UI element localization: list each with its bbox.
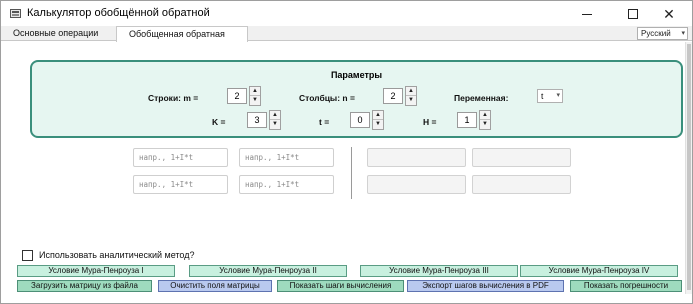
analytic-method-checkbox[interactable] <box>22 250 33 261</box>
result-cell <box>472 175 571 194</box>
clear-matrix-button[interactable]: Очистить поля матрицы <box>158 280 272 292</box>
t-spinbox[interactable]: 0 ▲ ▼ <box>350 110 388 130</box>
title-bar: Калькулятор обобщённой обратной ✕ <box>1 1 692 27</box>
condition-1-button[interactable]: Условие Мура-Пенроуза I <box>17 265 175 277</box>
export-pdf-button[interactable]: Экспорт шагов вычисления в PDF <box>407 280 564 292</box>
tab-generalized-inverse[interactable]: Обобщенная обратная <box>116 26 248 42</box>
rows-value[interactable]: 2 <box>227 88 247 104</box>
result-cell <box>367 148 466 167</box>
spin-down-icon[interactable]: ▼ <box>250 96 260 105</box>
spin-up-icon[interactable]: ▲ <box>406 87 416 96</box>
result-cell <box>367 175 466 194</box>
show-errors-button[interactable]: Показать погрешности <box>570 280 682 292</box>
spin-down-icon[interactable]: ▼ <box>270 120 280 129</box>
h-label: H = <box>423 117 437 127</box>
language-select[interactable]: Русский ▾ <box>637 27 688 40</box>
tab-bar: Основные операции Обобщенная обратная <box>1 26 692 42</box>
spin-up-icon[interactable]: ▲ <box>480 111 490 120</box>
h-spinbox[interactable]: 1 ▲ ▼ <box>457 110 495 130</box>
spin-up-icon[interactable]: ▲ <box>250 87 260 96</box>
cols-value[interactable]: 2 <box>383 88 403 104</box>
spin-up-icon[interactable]: ▲ <box>270 111 280 120</box>
spin-down-icon[interactable]: ▼ <box>406 96 416 105</box>
spin-up-icon[interactable]: ▲ <box>373 111 383 120</box>
k-value[interactable]: 3 <box>247 112 267 128</box>
close-icon: ✕ <box>663 6 675 22</box>
k-spin-buttons[interactable]: ▲ ▼ <box>269 110 281 130</box>
condition-3-button[interactable]: Условие Мура-Пенроуза III <box>360 265 518 277</box>
load-matrix-button[interactable]: Загрузить матрицу из файла <box>17 280 152 292</box>
minimize-icon <box>582 13 592 15</box>
rows-spin-buttons[interactable]: ▲ ▼ <box>249 86 261 106</box>
calculator-app-icon <box>10 9 21 18</box>
k-spinbox[interactable]: 3 ▲ ▼ <box>247 110 285 130</box>
window-title: Калькулятор обобщённой обратной <box>27 7 210 19</box>
tab-basic-operations[interactable]: Основные операции <box>7 26 111 41</box>
main-content: Параметры Строки: m = 2 ▲ ▼ Столбцы: n =… <box>1 42 685 294</box>
h-spin-buttons[interactable]: ▲ ▼ <box>479 110 491 130</box>
show-steps-button[interactable]: Показать шаги вычисления <box>277 280 404 292</box>
variable-value: t <box>541 91 544 101</box>
matrix-cell-input[interactable]: напр., 1+I*t <box>133 148 228 167</box>
condition-2-button[interactable]: Условие Мура-Пенроуза II <box>189 265 347 277</box>
t-label: t = <box>319 117 330 127</box>
cols-spinbox[interactable]: 2 ▲ ▼ <box>383 86 421 106</box>
variable-label: Переменная: <box>454 93 509 103</box>
scrollbar-thumb[interactable] <box>687 44 691 290</box>
cols-spin-buttons[interactable]: ▲ ▼ <box>405 86 417 106</box>
close-button[interactable]: ✕ <box>646 1 692 27</box>
rows-spinbox[interactable]: 2 ▲ ▼ <box>227 86 265 106</box>
parameters-panel: Параметры Строки: m = 2 ▲ ▼ Столбцы: n =… <box>30 60 683 138</box>
t-spin-buttons[interactable]: ▲ ▼ <box>372 110 384 130</box>
spin-down-icon[interactable]: ▼ <box>480 120 490 129</box>
matrix-cell-input[interactable]: напр., 1+I*t <box>239 175 334 194</box>
parameters-title: Параметры <box>330 70 383 80</box>
app-window: Калькулятор обобщённой обратной ✕ Основн… <box>0 0 693 304</box>
maximize-icon <box>628 9 638 19</box>
minimize-button[interactable] <box>564 1 610 27</box>
analytic-method-label: Использовать аналитический метод? <box>39 250 195 260</box>
cols-label: Столбцы: n = <box>299 93 355 103</box>
language-select-value: Русский <box>641 29 671 38</box>
matrix-cell-input[interactable]: напр., 1+I*t <box>239 148 334 167</box>
t-value[interactable]: 0 <box>350 112 370 128</box>
vertical-scrollbar[interactable] <box>685 42 692 294</box>
spin-down-icon[interactable]: ▼ <box>373 120 383 129</box>
matrix-divider <box>351 147 352 199</box>
h-value[interactable]: 1 <box>457 112 477 128</box>
condition-4-button[interactable]: Условие Мура-Пенроуза IV <box>520 265 678 277</box>
rows-label: Строки: m = <box>148 93 199 103</box>
chevron-down-icon: ▾ <box>556 92 560 99</box>
variable-select[interactable]: t ▾ <box>537 89 563 103</box>
matrix-cell-input[interactable]: напр., 1+I*t <box>133 175 228 194</box>
chevron-down-icon: ▾ <box>681 30 685 37</box>
result-cell <box>472 148 571 167</box>
k-label: K = <box>212 117 226 127</box>
